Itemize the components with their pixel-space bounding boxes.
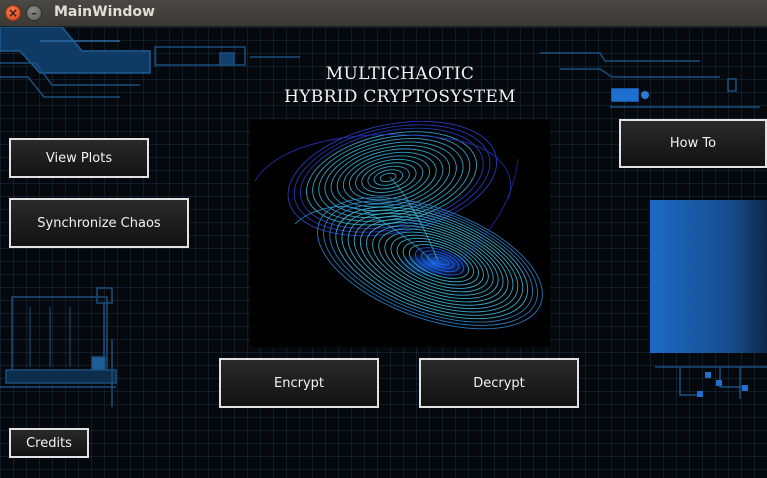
circuit-left [0, 287, 117, 407]
credits-button[interactable]: Credits [9, 428, 89, 458]
lorenz-attractor-image [250, 119, 550, 347]
how-to-button[interactable]: How To [619, 119, 767, 168]
app-title-line-2: HYBRID CRYPTOSYSTEM [284, 87, 516, 107]
blue-panel [650, 200, 767, 353]
title-bar[interactable]: × – MainWindow [0, 0, 767, 27]
window-title: MainWindow [54, 4, 155, 20]
encrypt-button[interactable]: Encrypt [219, 358, 379, 408]
view-plots-button[interactable]: View Plots [9, 138, 149, 178]
decrypt-button[interactable]: Decrypt [419, 358, 579, 408]
close-icon[interactable]: × [5, 5, 21, 21]
app-title-line-1: MULTICHAOTIC [325, 64, 475, 84]
circuit-bottom-right [655, 366, 767, 399]
circuit-top-right [540, 52, 760, 108]
minimize-icon[interactable]: – [26, 5, 42, 21]
main-window: × – MainWindow MULTICHAOTIC HYBRID CRYPT… [0, 0, 767, 478]
client-area: MULTICHAOTIC HYBRID CRYPTOSYSTEM View Pl… [0, 27, 767, 478]
synchronize-chaos-button[interactable]: Synchronize Chaos [9, 198, 189, 248]
